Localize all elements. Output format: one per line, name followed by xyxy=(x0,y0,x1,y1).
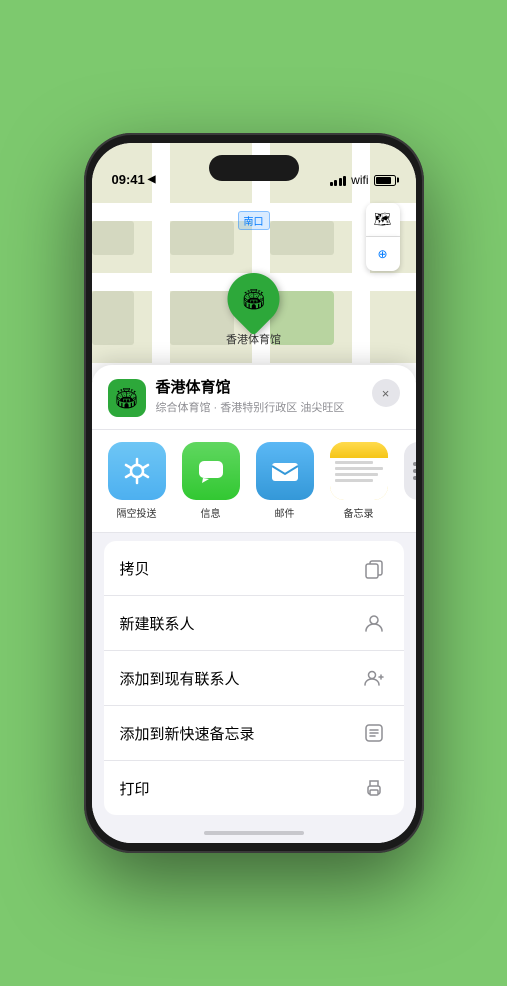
status-icons: wifi xyxy=(330,173,396,187)
close-button[interactable]: × xyxy=(372,379,400,407)
map-block xyxy=(92,291,134,345)
share-label-notes: 备忘录 xyxy=(344,505,374,520)
close-label: × xyxy=(382,386,390,401)
signal-bar-3 xyxy=(339,178,342,186)
signal-bars xyxy=(330,174,347,186)
place-name: 香港体育馆 xyxy=(156,379,362,397)
action-label-copy: 拷贝 xyxy=(120,558,150,579)
map-block xyxy=(270,221,334,255)
signal-bar-2 xyxy=(334,180,337,186)
status-time: 09:41 ◀ xyxy=(112,172,156,187)
compass-icon: ⊕ xyxy=(377,247,387,261)
airdrop-icon xyxy=(108,442,166,500)
map-label-text: 南口 xyxy=(244,217,264,228)
mail-icon xyxy=(256,442,314,500)
home-bar xyxy=(204,831,304,835)
phone-screen: 09:41 ◀ wifi xyxy=(92,143,416,843)
notes-top xyxy=(330,442,388,458)
more-lines xyxy=(404,442,416,500)
map-type-button[interactable]: 🗺 xyxy=(366,203,400,237)
map-controls: 🗺 ⊕ xyxy=(366,203,400,271)
action-label-quick-note: 添加到新快速备忘录 xyxy=(120,723,255,744)
map-block xyxy=(92,221,134,255)
notes-line-1 xyxy=(335,461,373,464)
action-print[interactable]: 打印 xyxy=(104,761,404,815)
signal-bar-1 xyxy=(330,182,333,186)
map-icon: 🗺 xyxy=(374,211,392,228)
share-item-airdrop[interactable]: 隔空投送 xyxy=(100,442,174,520)
share-label-mail: 邮件 xyxy=(275,505,295,520)
share-label-airdrop: 隔空投送 xyxy=(117,505,157,520)
action-list: 拷贝 新建联系人 xyxy=(104,541,404,815)
share-more[interactable]: 提 xyxy=(396,442,416,520)
messages-icon xyxy=(182,442,240,500)
bottom-sheet: 🏟 香港体育馆 综合体育馆 · 香港特别行政区 油尖旺区 × xyxy=(92,365,416,843)
action-quick-note[interactable]: 添加到新快速备忘录 xyxy=(104,706,404,761)
location-button[interactable]: ⊕ xyxy=(366,237,400,271)
wifi-icon: wifi xyxy=(351,173,368,187)
dynamic-island xyxy=(209,155,299,181)
notes-line-2 xyxy=(335,467,383,470)
notes-icon xyxy=(330,442,388,500)
map-block xyxy=(170,221,234,255)
share-row: 隔空投送 信息 xyxy=(92,430,416,533)
share-item-mail[interactable]: 邮件 xyxy=(248,442,322,520)
action-label-new-contact: 新建联系人 xyxy=(120,613,195,634)
location-pin: 🏟 香港体育馆 xyxy=(226,273,281,347)
home-indicator xyxy=(92,823,416,843)
action-new-contact[interactable]: 新建联系人 xyxy=(104,596,404,651)
share-item-notes[interactable]: 备忘录 xyxy=(322,442,396,520)
note-icon xyxy=(360,719,388,747)
notes-line-3 xyxy=(335,473,378,476)
battery-icon xyxy=(374,175,396,186)
place-info: 香港体育馆 综合体育馆 · 香港特别行政区 油尖旺区 xyxy=(156,379,362,415)
battery-fill xyxy=(376,177,391,184)
more-line-1 xyxy=(413,462,416,466)
action-label-add-contact: 添加到现有联系人 xyxy=(120,668,240,689)
person-add-icon xyxy=(360,664,388,692)
pin-circle: 🏟 xyxy=(217,262,291,336)
action-add-contact[interactable]: 添加到现有联系人 xyxy=(104,651,404,706)
map-block xyxy=(170,291,234,345)
location-icon: ◀ xyxy=(148,174,156,185)
time-display: 09:41 xyxy=(112,172,145,187)
phone-frame: 09:41 ◀ wifi xyxy=(84,133,424,853)
action-copy[interactable]: 拷贝 xyxy=(104,541,404,596)
notes-lines xyxy=(330,458,388,500)
copy-icon xyxy=(360,554,388,582)
share-item-messages[interactable]: 信息 xyxy=(174,442,248,520)
action-label-print: 打印 xyxy=(120,778,150,799)
place-header: 🏟 香港体育馆 综合体育馆 · 香港特别行政区 油尖旺区 × xyxy=(92,365,416,430)
print-icon xyxy=(360,774,388,802)
notes-line-4 xyxy=(335,479,373,482)
person-icon xyxy=(360,609,388,637)
share-label-messages: 信息 xyxy=(201,505,221,520)
map-label: 南口 xyxy=(238,211,270,230)
pin-emoji: 🏟 xyxy=(241,287,266,312)
place-logo: 🏟 xyxy=(108,379,146,417)
more-line-2 xyxy=(413,469,416,473)
place-subtitle: 综合体育馆 · 香港特别行政区 油尖旺区 xyxy=(156,399,362,415)
signal-bar-4 xyxy=(343,176,346,186)
place-logo-emoji: 🏟 xyxy=(114,386,139,411)
more-line-3 xyxy=(413,476,416,480)
more-icon xyxy=(404,442,416,500)
